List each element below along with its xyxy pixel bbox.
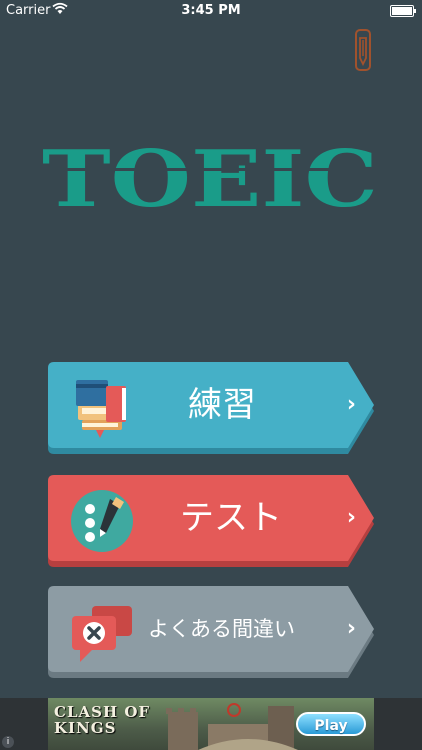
pen-checklist-icon: [71, 490, 133, 552]
ad-title: CLASH OF KINGS: [54, 703, 151, 737]
common-mistakes-label: よくある間違い: [148, 617, 295, 641]
ad-play-button[interactable]: Play: [296, 712, 366, 736]
practice-label: 練習: [188, 385, 256, 425]
books-icon: [76, 380, 126, 438]
chevron-right-icon: ›: [346, 505, 356, 530]
common-mistakes-button[interactable]: よくある間違い ›: [48, 586, 374, 678]
chevron-right-icon: ›: [346, 616, 356, 641]
practice-button[interactable]: 練習 ›: [48, 362, 374, 454]
ad-creative[interactable]: CLASH OF KINGS Play: [48, 698, 374, 750]
test-button[interactable]: テスト ›: [48, 475, 374, 567]
ad-info-icon[interactable]: i: [2, 736, 14, 748]
svg-text:TOEIC: TOEIC: [42, 142, 378, 212]
clock: 3:45 PM: [181, 3, 241, 18]
status-bar: Carrier 3:45 PM: [0, 0, 422, 22]
battery-icon: [390, 5, 416, 17]
test-label: テスト: [180, 498, 282, 538]
ad-banner[interactable]: CLASH OF KINGS Play: [0, 698, 422, 750]
error-chat-icon: [72, 606, 132, 662]
toeic-logo: TOEIC: [40, 142, 380, 212]
feedback-icon[interactable]: [352, 28, 374, 74]
chevron-right-icon: ›: [346, 392, 356, 417]
